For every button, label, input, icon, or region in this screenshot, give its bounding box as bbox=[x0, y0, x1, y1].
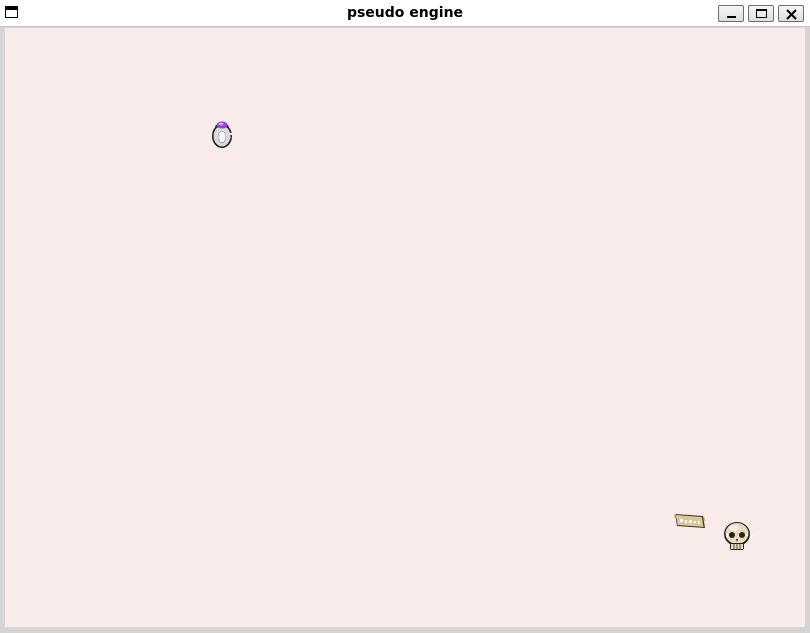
scroll-icon bbox=[674, 514, 705, 528]
window-title: pseudo engine bbox=[346, 5, 464, 21]
scroll-sprite[interactable] bbox=[673, 510, 707, 538]
maximize-button[interactable] bbox=[748, 5, 774, 22]
game-window: pseudo engine bbox=[0, 0, 810, 633]
ring-sprite[interactable] bbox=[210, 118, 236, 156]
ring-icon bbox=[212, 121, 232, 148]
game-canvas[interactable] bbox=[5, 28, 805, 627]
skull-sprite[interactable] bbox=[721, 520, 761, 558]
close-icon bbox=[786, 9, 797, 20]
close-button[interactable] bbox=[778, 5, 804, 22]
title-bar[interactable]: pseudo engine bbox=[0, 0, 810, 27]
minimize-button[interactable] bbox=[718, 5, 744, 22]
skull-icon bbox=[724, 522, 756, 550]
